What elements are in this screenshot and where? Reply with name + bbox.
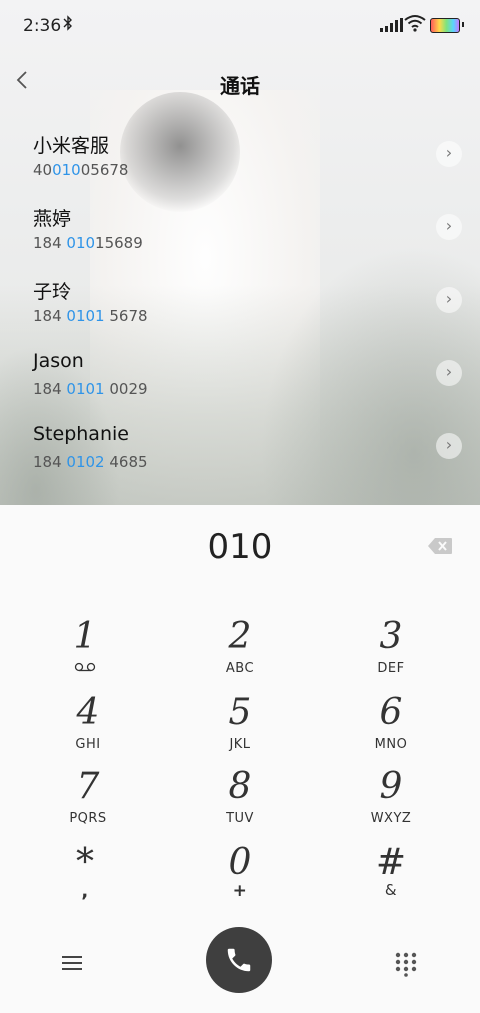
key-star[interactable]: * , [30,843,140,913]
dialer-bottom-bar [0,925,480,1005]
key-digit: 8 [228,766,252,807]
key-9[interactable]: 9 WXYZ [336,767,446,837]
contact-list: 小米客服 4001005678 › 燕婷 184 01015689 › 子玲 1… [0,125,480,505]
chevron-right-icon[interactable]: › [436,287,462,313]
contact-number: 184 01015689 [33,234,143,252]
contact-item[interactable]: 子玲 184 0101 5678 › [0,271,480,341]
key-letters: ABC [225,661,255,676]
contact-item[interactable]: 燕婷 184 01015689 › [0,198,480,268]
key-letters: JKL [229,737,251,752]
key-digit: 6 [379,692,403,733]
key-2[interactable]: 2 ABC [185,617,295,687]
key-letters: PQRS [69,811,107,826]
contact-name: Stephanie [33,423,129,445]
contact-name: 燕婷 [33,208,72,230]
phone-icon [227,948,251,972]
contact-item[interactable]: Jason 184 0101 0029 › [0,344,480,414]
key-letters: , [81,881,89,902]
key-8[interactable]: 8 TUV [185,767,295,837]
wifi-icon [404,15,426,32]
key-digit: 3 [379,616,403,657]
signal-icon [380,18,403,32]
chevron-right-icon[interactable]: › [436,141,462,167]
contact-number: 184 0102 4685 [33,453,148,471]
key-3[interactable]: 3 DEF [336,617,446,687]
key-digit: 0 [228,842,252,883]
key-digit: 1 [73,616,97,657]
dialer-panel: 010 1 2 ABC 3 DEF 4 GHI 5 JKL 6 MNO 7 PQ… [0,505,480,1013]
page-title: 通话 [220,74,260,98]
key-7[interactable]: 7 PQRS [33,767,143,837]
backspace-icon[interactable] [428,538,452,554]
key-letters: GHI [75,737,101,752]
chevron-right-icon[interactable]: › [436,214,462,240]
contact-number: 184 0101 0029 [33,380,148,398]
app-header: 通话 [0,60,480,108]
menu-icon[interactable] [62,953,84,971]
key-digit: 5 [228,692,252,733]
voicemail-icon [30,661,140,676]
key-digit: * [76,842,94,883]
key-4[interactable]: 4 GHI [33,693,143,763]
call-button[interactable] [206,927,272,993]
key-letters: MNO [374,737,408,752]
contact-name: Jason [33,350,84,372]
contact-name: 小米客服 [33,135,110,157]
chevron-right-icon[interactable]: › [436,360,462,386]
chevron-right-icon[interactable]: › [436,433,462,459]
key-digit: 2 [228,616,252,657]
key-letters: DEF [377,661,405,676]
key-letters: TUV [226,811,254,826]
battery-icon [430,18,464,33]
key-digit: 4 [76,692,100,733]
key-hash[interactable]: # & [336,843,446,913]
contact-item[interactable]: Stephanie 184 0102 4685 › [0,417,480,487]
contact-number: 184 0101 5678 [33,307,148,325]
contact-name: 子玲 [33,281,72,303]
contact-number: 4001005678 [33,161,129,179]
key-digit: 7 [76,766,100,807]
key-digit: # [375,842,407,883]
bluetooth-icon [63,15,73,35]
key-5[interactable]: 5 JKL [185,693,295,763]
key-letters: + [232,881,248,901]
keypad-icon[interactable] [394,951,418,977]
key-letters: & [384,881,398,899]
dialed-number: 010 [207,527,273,567]
key-1[interactable]: 1 [30,617,140,687]
key-6[interactable]: 6 MNO [336,693,446,763]
contact-item[interactable]: 小米客服 4001005678 › [0,125,480,195]
key-letters: WXYZ [370,811,412,826]
status-time: 2:36 [23,16,62,36]
key-0[interactable]: 0 + [185,843,295,913]
status-bar: 2:36 [0,0,480,52]
key-digit: 9 [379,766,403,807]
